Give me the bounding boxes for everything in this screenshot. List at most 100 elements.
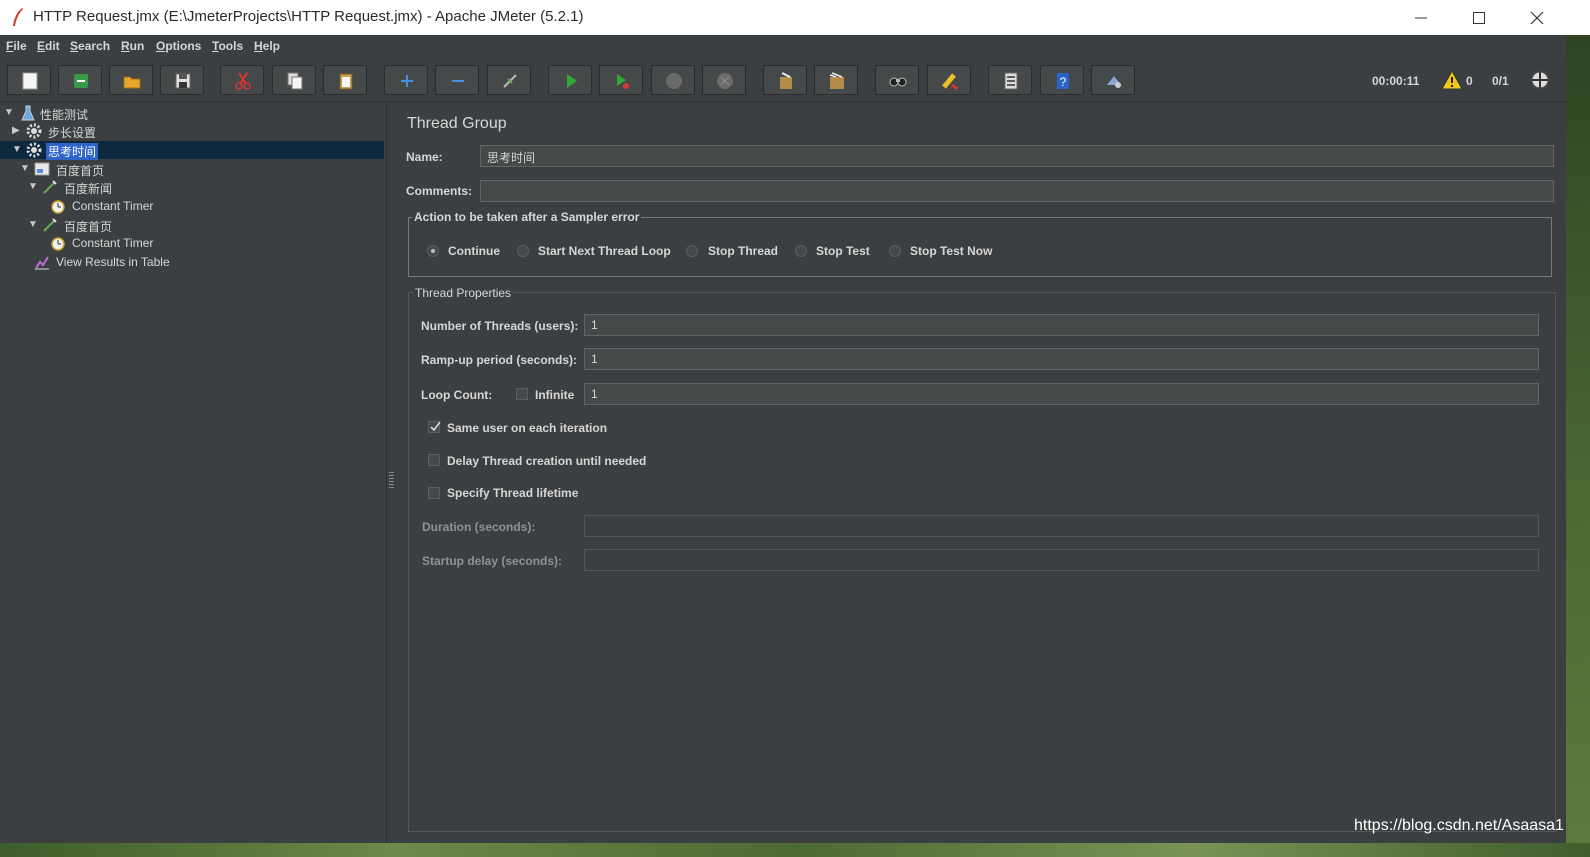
thread-properties-legend: Thread Properties	[413, 286, 514, 300]
same-user-label[interactable]: Same user on each iteration	[447, 421, 607, 435]
name-label: Name:	[406, 150, 443, 164]
copy-icon	[287, 72, 303, 90]
duration-label: Duration (seconds):	[422, 520, 536, 534]
timer-icon	[51, 237, 65, 251]
cut-button[interactable]	[220, 65, 264, 95]
infinite-label[interactable]: Infinite	[535, 388, 574, 402]
comments-field[interactable]	[480, 180, 1554, 202]
menu-options[interactable]: Options	[156, 39, 201, 53]
active-threads: 0/1	[1492, 74, 1509, 88]
same-user-checkbox[interactable]	[428, 421, 441, 433]
help-button[interactable]: ?	[1040, 65, 1084, 95]
specify-thread-lifetime-checkbox[interactable]	[428, 487, 440, 499]
function-helper-button[interactable]	[988, 65, 1032, 95]
collapse-all-button[interactable]	[435, 65, 479, 95]
panel-title: Thread Group	[407, 115, 507, 132]
rampup-label: Ramp-up period (seconds):	[421, 353, 578, 367]
expanded-triangle-icon[interactable]: ▼	[28, 181, 38, 192]
elapsed-time: 00:00:11	[1372, 74, 1420, 88]
name-field[interactable]: 思考时间	[480, 145, 1554, 167]
http-sampler-icon	[43, 180, 57, 194]
start-no-pauses-button[interactable]	[599, 65, 643, 95]
clear-all-button[interactable]	[814, 65, 858, 95]
loop-count-field[interactable]: 1	[584, 383, 1539, 405]
desktop-background-edge	[1566, 0, 1590, 857]
maximize-button[interactable]	[1450, 0, 1508, 35]
stop-thread-label[interactable]: Stop Thread	[708, 244, 778, 258]
expanded-triangle-icon[interactable]: ▼	[4, 107, 14, 118]
search-button[interactable]	[875, 65, 919, 95]
specify-thread-lifetime-label[interactable]: Specify Thread lifetime	[447, 486, 578, 500]
jmeter-window: HTTP Request.jmx (E:\JmeterProjects\HTTP…	[0, 0, 1566, 843]
warning-icon[interactable]	[1441, 70, 1463, 90]
copy-button[interactable]	[272, 65, 316, 95]
menu-run[interactable]: Run	[121, 39, 144, 53]
toggle-button[interactable]	[487, 65, 531, 95]
help-icon: ?	[1057, 73, 1069, 89]
start-icon	[567, 74, 577, 88]
stop-thread-radio[interactable]	[686, 245, 698, 257]
expanded-triangle-icon[interactable]: ▼	[12, 144, 22, 155]
menu-help[interactable]: Help	[254, 39, 280, 53]
start-button[interactable]	[548, 65, 592, 95]
startup-delay-field[interactable]	[584, 549, 1539, 571]
open-icon	[123, 76, 141, 89]
thread-group-icon	[26, 142, 42, 158]
menu-bar: File Edit Search Run Options Tools Help	[0, 35, 1566, 59]
checkmark-icon	[430, 421, 441, 432]
close-button[interactable]	[1508, 0, 1566, 35]
stop-test-now-label[interactable]: Stop Test Now	[910, 244, 992, 258]
expanded-triangle-icon[interactable]: ▼	[28, 219, 38, 230]
reset-search-icon	[942, 73, 958, 91]
minimize-button[interactable]	[1392, 0, 1450, 35]
expand-icon	[401, 75, 413, 87]
menu-edit[interactable]: Edit	[37, 39, 60, 53]
shutdown-icon	[717, 73, 733, 89]
stop-test-now-radio[interactable]	[889, 245, 901, 257]
continue-label[interactable]: Continue	[448, 244, 500, 258]
save-button[interactable]	[160, 65, 204, 95]
open-button[interactable]	[109, 65, 153, 95]
delay-thread-creation-checkbox[interactable]	[428, 454, 440, 466]
search-icon	[889, 77, 907, 87]
window-title: HTTP Request.jmx (E:\JmeterProjects\HTTP…	[33, 8, 584, 25]
shutdown-button[interactable]	[702, 65, 746, 95]
menu-tools[interactable]: Tools	[212, 39, 243, 53]
delay-thread-creation-label[interactable]: Delay Thread creation until needed	[447, 454, 646, 468]
test-plan-icon	[21, 105, 35, 121]
cut-icon	[235, 72, 251, 90]
collapsed-triangle-icon[interactable]: ▶	[12, 125, 20, 136]
start-next-thread-loop-label[interactable]: Start Next Thread Loop	[538, 244, 671, 258]
collapse-icon	[452, 80, 464, 82]
new-icon	[22, 72, 38, 90]
http-sampler-icon	[43, 218, 57, 232]
menu-file[interactable]: File	[6, 39, 27, 53]
listener-icon	[35, 256, 49, 270]
duration-field[interactable]	[584, 515, 1539, 537]
stop-test-radio[interactable]	[795, 245, 807, 257]
continue-radio[interactable]	[427, 245, 439, 257]
menu-search[interactable]: Search	[70, 39, 110, 53]
start-next-thread-loop-radio[interactable]	[517, 245, 529, 257]
stop-icon	[666, 73, 682, 89]
infinite-checkbox[interactable]	[516, 388, 528, 400]
save-icon	[175, 73, 191, 89]
remote-button[interactable]	[1091, 65, 1135, 95]
rampup-field[interactable]: 1	[584, 348, 1539, 370]
comments-label: Comments:	[406, 184, 473, 198]
reset-search-button[interactable]	[927, 65, 971, 95]
paste-button[interactable]	[323, 65, 367, 95]
expand-all-button[interactable]	[384, 65, 428, 95]
templates-button[interactable]	[58, 65, 102, 95]
remote-icon	[1107, 76, 1121, 88]
threads-field[interactable]: 1	[584, 314, 1539, 336]
split-pane-divider[interactable]	[387, 102, 396, 843]
clear-button[interactable]	[763, 65, 807, 95]
new-button[interactable]	[7, 65, 51, 95]
close-icon	[1530, 11, 1544, 25]
startup-delay-label: Startup delay (seconds):	[422, 554, 563, 568]
stop-button[interactable]	[651, 65, 695, 95]
stop-test-label[interactable]: Stop Test	[816, 244, 870, 258]
expanded-triangle-icon[interactable]: ▼	[20, 163, 30, 174]
divider-grip[interactable]	[389, 472, 394, 490]
